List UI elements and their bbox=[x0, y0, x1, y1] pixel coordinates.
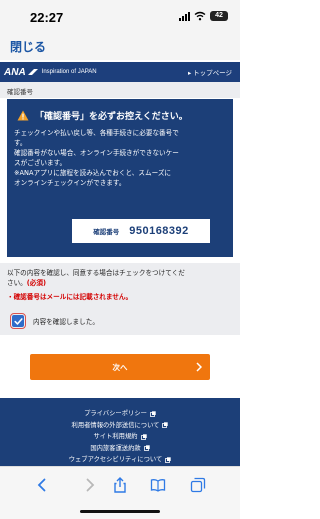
external-link-icon bbox=[140, 434, 147, 440]
external-link-icon bbox=[143, 445, 150, 452]
site-header: ANA Inspiration of JAPAN ▸ トップページ bbox=[0, 62, 240, 82]
warning-icon bbox=[17, 110, 29, 121]
footer-link-label[interactable]: プライバシーポリシー bbox=[84, 408, 147, 420]
next-button-area: 次へ bbox=[0, 336, 240, 386]
confirmation-notice: 「確認番号」を必ずお控えください。 チェックインや払い戻し等、各種手続きに必要な… bbox=[7, 99, 233, 257]
notice-line: チェックインや払い戻し等、各種手続きに必要な番号で bbox=[14, 129, 179, 137]
notice-line: ※ANAアプリに旅程を読み込んでおくと、スムーズに bbox=[14, 169, 172, 177]
wifi-icon bbox=[194, 11, 206, 21]
required-badge: (必須) bbox=[26, 279, 46, 287]
email-notice: ・確認番号はメールには記載されません。 bbox=[7, 293, 133, 301]
confirmation-number-label: 確認番号 bbox=[93, 228, 120, 236]
bookmarks-icon[interactable] bbox=[150, 477, 166, 493]
footer-link-accessibility[interactable]: ウェブアクセシビリティについて bbox=[0, 454, 240, 466]
chevron-right-icon bbox=[196, 362, 202, 372]
agreement-instruction-line2: さい。 bbox=[7, 279, 27, 287]
agreement-instruction-line1: 以下の内容を確認し、同意する場合はチェックをつけてくだ bbox=[7, 269, 185, 277]
tabs-icon[interactable] bbox=[190, 477, 206, 493]
footer-link-domestic-conditions[interactable]: 国内旅客運送約款 bbox=[0, 443, 240, 455]
back-icon[interactable] bbox=[34, 477, 50, 493]
checkmark-icon bbox=[13, 317, 23, 325]
ana-logo-swoosh-icon bbox=[27, 69, 38, 75]
ana-logo[interactable]: ANA bbox=[4, 67, 26, 78]
footer-link-terms[interactable]: サイト利用規約 bbox=[0, 431, 240, 443]
confirmation-number-value: 950168392 bbox=[129, 225, 189, 237]
notice-line: オンラインチェックインができます。 bbox=[14, 179, 126, 187]
ana-tagline: Inspiration of JAPAN bbox=[41, 69, 97, 75]
next-button[interactable]: 次へ bbox=[30, 354, 210, 380]
forward-icon[interactable] bbox=[82, 477, 98, 493]
footer-link-external-transmission[interactable]: 利用者情報の外部送信について bbox=[0, 420, 240, 432]
notice-line: スがございます。 bbox=[14, 159, 67, 167]
status-icons: 42 bbox=[179, 11, 228, 21]
footer-link-privacy[interactable]: プライバシーポリシー bbox=[0, 408, 240, 420]
share-icon[interactable] bbox=[112, 477, 128, 493]
status-time: 22:27 bbox=[30, 10, 64, 25]
notice-line: す。 bbox=[14, 139, 27, 147]
footer-link-label[interactable]: 利用者情報の外部送信について bbox=[72, 420, 160, 432]
close-link[interactable]: 閉じる bbox=[10, 38, 46, 55]
agreement-instruction: 以下の内容を確認し、同意する場合はチェックをつけてくだ さい。(必須) bbox=[7, 268, 233, 288]
cellular-signal-icon bbox=[179, 11, 190, 21]
agreement-checkbox-label[interactable]: 内容を確認しました。 bbox=[33, 316, 99, 326]
agreement-checkbox[interactable] bbox=[10, 313, 26, 329]
next-button-label: 次へ bbox=[112, 362, 128, 372]
top-page-link[interactable]: ▸ トップページ bbox=[188, 67, 232, 77]
footer: プライバシーポリシー 利用者情報の外部送信について サイト利用規約 国内旅客運送… bbox=[0, 398, 240, 468]
status-bar: 22:27 42 bbox=[0, 0, 240, 34]
footer-link-label[interactable]: ウェブアクセシビリティについて bbox=[69, 454, 163, 466]
notice-title: 「確認番号」を必ずお控えください。 bbox=[17, 109, 226, 122]
footer-link-label[interactable]: サイト利用規約 bbox=[93, 431, 137, 443]
top-nav: 閉じる bbox=[0, 34, 240, 60]
battery-icon: 42 bbox=[210, 11, 228, 21]
agreement-checkbox-row[interactable]: 内容を確認しました。 bbox=[10, 313, 99, 329]
agreement-section: 以下の内容を確認し、同意する場合はチェックをつけてくだ さい。(必須) ・確認番… bbox=[0, 263, 240, 335]
external-link-icon bbox=[150, 411, 156, 417]
footer-link-label[interactable]: 国内旅客運送約款 bbox=[90, 443, 140, 455]
page-title: 確認番号 bbox=[0, 82, 240, 98]
external-link-icon bbox=[165, 457, 171, 463]
external-link-icon bbox=[162, 422, 169, 429]
confirmation-number-box: 確認番号 950168392 bbox=[72, 219, 210, 243]
notice-line: 確認番号がない場合、オンライン手続きができないケー bbox=[14, 149, 179, 157]
home-indicator bbox=[80, 510, 160, 513]
notice-title-text: 「確認番号」を必ずお控えください。 bbox=[35, 112, 188, 122]
